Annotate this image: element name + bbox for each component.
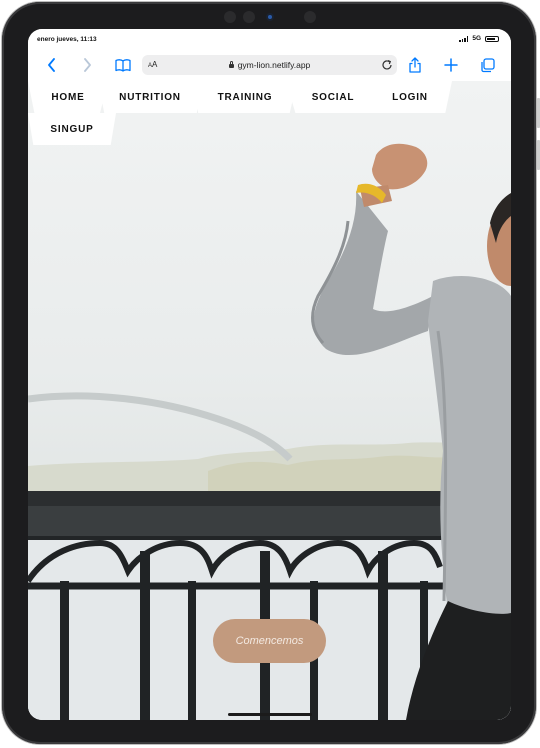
- nav-item-singup[interactable]: SINGUP: [28, 113, 116, 145]
- nav-item-login[interactable]: LOGIN: [368, 81, 452, 113]
- reload-icon[interactable]: [381, 58, 393, 76]
- page-content: HOME NUTRITION TRAINING SOCIAL LOGIN SIN…: [28, 81, 511, 720]
- browser-toolbar: AA gym-lion.netlify.app: [28, 49, 511, 82]
- front-camera: [266, 13, 274, 21]
- sensor: [224, 11, 236, 23]
- sensor: [304, 11, 316, 23]
- status-time: enero jueves, 11:13: [37, 36, 97, 43]
- nav-item-home[interactable]: HOME: [28, 81, 108, 113]
- new-tab-icon[interactable]: [442, 56, 460, 74]
- bridge: [28, 392, 293, 462]
- network-label: 5G: [472, 35, 481, 42]
- url-text: gym-lion.netlify.app: [142, 60, 397, 70]
- screen: enero jueves, 11:13 5G AA gym-lion.netli…: [28, 29, 511, 720]
- nav-item-training[interactable]: TRAINING: [193, 81, 297, 113]
- cta-button[interactable]: Comencemos: [213, 619, 326, 663]
- battery-icon: [485, 35, 499, 42]
- status-bar: enero jueves, 11:13 5G: [28, 29, 511, 49]
- nav-item-social[interactable]: SOCIAL: [286, 81, 380, 113]
- nav-item-nutrition[interactable]: NUTRITION: [98, 81, 202, 113]
- sensor: [243, 11, 255, 23]
- back-icon[interactable]: [43, 56, 61, 74]
- lock-icon: [228, 61, 234, 68]
- share-icon[interactable]: [406, 56, 424, 74]
- signal-icon: [459, 35, 469, 42]
- address-bar[interactable]: AA gym-lion.netlify.app: [142, 55, 397, 75]
- tabs-icon[interactable]: [478, 56, 496, 74]
- bookmarks-icon[interactable]: [114, 56, 132, 74]
- status-indicators: 5G: [459, 35, 499, 42]
- forward-icon[interactable]: [78, 56, 96, 74]
- railing-top-rail: [28, 491, 448, 507]
- home-indicator[interactable]: [228, 713, 312, 716]
